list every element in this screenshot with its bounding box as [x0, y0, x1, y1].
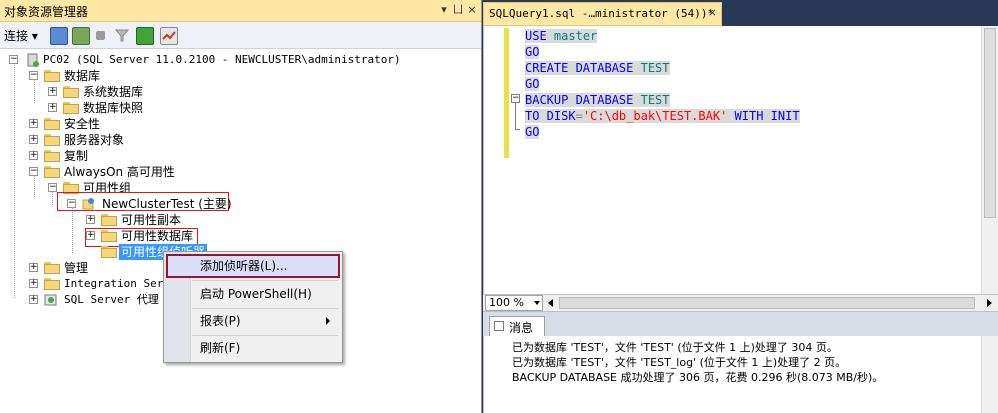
folder-icon: [44, 166, 60, 178]
expand-icon[interactable]: +: [29, 263, 38, 272]
folder-icon: [101, 230, 117, 242]
tree-node-integration-services[interactable]: + Integration Servi: [29, 276, 164, 292]
tree-node-availability-replicas[interactable]: + 可用性副本: [86, 212, 286, 228]
dropdown-arrow-icon: [534, 301, 540, 305]
messages-pane: 已为数据库 'TEST'，文件 'TEST' (位于文件 1 上)处理了 304…: [483, 336, 998, 413]
tree-node-databases[interactable]: − 数据库: [29, 68, 229, 84]
editor-vertical-scrollbar[interactable]: [981, 26, 998, 294]
expand-icon[interactable]: +: [29, 135, 38, 144]
folder-icon: [101, 214, 117, 226]
tree-node-security[interactable]: + 安全性: [29, 116, 229, 132]
collapse-icon[interactable]: −: [67, 199, 76, 208]
expand-icon[interactable]: +: [48, 103, 57, 112]
refresh-icon[interactable]: [136, 27, 154, 45]
availability-group-icon: [82, 197, 96, 211]
filter-icon[interactable]: [114, 27, 130, 43]
folder-icon: [44, 150, 60, 162]
editor-zoom-bar: 100 %: [483, 294, 998, 312]
menu-item-start-powershell[interactable]: 启动 PowerShell(H): [166, 282, 340, 306]
folder-icon: [101, 246, 117, 258]
tree-node-sql-agent[interactable]: + SQL Server 代理: [29, 292, 164, 308]
window-position-icon[interactable]: ▾: [437, 3, 451, 17]
tree-node-server[interactable]: − PC02 (SQL Server 11.0.2100 - NEWCLUSTE…: [9, 52, 469, 68]
code-line-4: GO: [525, 77, 540, 91]
submenu-arrow-icon: [326, 317, 330, 325]
messages-vertical-scrollbar[interactable]: [981, 336, 998, 413]
expand-icon[interactable]: +: [29, 295, 38, 304]
object-explorer-toolbar: 连接 ▾: [0, 22, 481, 49]
tree-node-alwayson[interactable]: − AlwaysOn 高可用性: [29, 164, 249, 180]
expand-icon[interactable]: +: [48, 87, 57, 96]
scroll-left-icon[interactable]: [548, 299, 553, 307]
message-line: 已为数据库 'TEST'，文件 'TEST' (位于文件 1 上)处理了 304…: [512, 341, 838, 354]
code-line-5: BACKUP DATABASE TEST: [525, 93, 670, 107]
stop-icon[interactable]: [96, 31, 105, 40]
disconnect-icon[interactable]: [72, 27, 90, 45]
message-line: 已为数据库 'TEST'，文件 'TEST_log' (位于文件 1 上)处理了…: [512, 356, 847, 369]
editor-horizontal-scrollbar[interactable]: [545, 296, 995, 310]
folder-icon: [63, 86, 79, 98]
close-tab-icon[interactable]: ×: [708, 6, 717, 19]
folder-icon: [44, 70, 60, 82]
change-indicator: [504, 28, 509, 158]
folder-icon: [44, 278, 60, 290]
connect-object-explorer-icon[interactable]: [50, 27, 68, 45]
expand-icon[interactable]: +: [86, 231, 95, 240]
code-line-6: TO DISK='C:\db_bak\TEST.BAK' WITH INIT: [525, 109, 800, 123]
query-editor-panel: SQLQuery1.sql -…ministrator (54))* × − U…: [483, 0, 998, 413]
code-line-1: USE master: [525, 29, 598, 43]
folder-icon: [44, 262, 60, 274]
expand-icon[interactable]: +: [86, 215, 95, 224]
connect-button[interactable]: 连接 ▾: [4, 27, 38, 44]
tree-node-system-databases[interactable]: + 系统数据库: [48, 84, 248, 100]
object-explorer-titlebar: 对象资源管理器 ▾ ㄩ ×: [0, 0, 481, 22]
menu-item-add-listener[interactable]: 添加侦听器(L)...: [166, 254, 340, 278]
tree-node-group-newclustertest[interactable]: − NewClusterTest (主要): [67, 196, 232, 212]
context-menu: 添加侦听器(L)... 启动 PowerShell(H) 报表(P) 刷新(F): [163, 251, 343, 363]
tree-node-replication[interactable]: + 复制: [29, 148, 229, 164]
folder-icon: [44, 118, 60, 130]
message-line: BACKUP DATABASE 成功处理了 306 页，花费 0.296 秒(8…: [512, 371, 884, 384]
collapse-icon[interactable]: −: [48, 183, 57, 192]
pin-icon[interactable]: ㄩ: [451, 3, 465, 17]
code-line-3: CREATE DATABASE TEST: [525, 61, 670, 75]
activity-monitor-icon[interactable]: [160, 27, 178, 45]
object-explorer-title: 对象资源管理器: [4, 5, 89, 19]
tab-sqlquery1[interactable]: SQLQuery1.sql -…ministrator (54))* ×: [483, 2, 722, 26]
tree-node-server-objects[interactable]: + 服务器对象: [29, 132, 229, 148]
results-tabstrip: 消息: [483, 312, 998, 336]
code-line-2: GO: [525, 45, 540, 59]
server-icon: [26, 53, 40, 67]
collapse-icon[interactable]: −: [29, 167, 38, 176]
tree-node-availability-databases[interactable]: + 可用性数据库: [86, 228, 286, 244]
folder-icon: [44, 134, 60, 146]
tab-messages[interactable]: 消息: [489, 316, 545, 336]
collapse-region-icon[interactable]: −: [511, 94, 520, 103]
sql-editor[interactable]: − USE master GO CREATE DATABASE TEST GO …: [483, 26, 998, 294]
document-tabstrip: SQLQuery1.sql -…ministrator (54))* ×: [483, 0, 998, 26]
close-icon[interactable]: ×: [465, 3, 479, 17]
expand-icon[interactable]: +: [29, 151, 38, 160]
tree-label: PC02 (SQL Server 11.0.2100 - NEWCLUSTER\…: [43, 53, 401, 66]
messages-icon: [494, 321, 504, 331]
collapse-icon[interactable]: −: [29, 71, 38, 80]
collapse-icon[interactable]: −: [9, 55, 18, 64]
agent-icon: [44, 293, 58, 307]
scroll-right-icon[interactable]: [987, 299, 992, 307]
expand-icon[interactable]: +: [29, 119, 38, 128]
tree-node-database-snapshots[interactable]: + 数据库快照: [48, 100, 248, 116]
folder-icon: [63, 102, 79, 114]
object-explorer-panel: 对象资源管理器 ▾ ㄩ × 连接 ▾ − PC02 (SQL Server 11…: [0, 0, 482, 413]
code-line-7: GO: [525, 125, 540, 139]
menu-item-refresh[interactable]: 刷新(F): [166, 336, 340, 360]
zoom-select[interactable]: 100 %: [485, 295, 543, 311]
menu-item-reports[interactable]: 报表(P): [166, 309, 340, 333]
expand-icon[interactable]: +: [29, 279, 38, 288]
